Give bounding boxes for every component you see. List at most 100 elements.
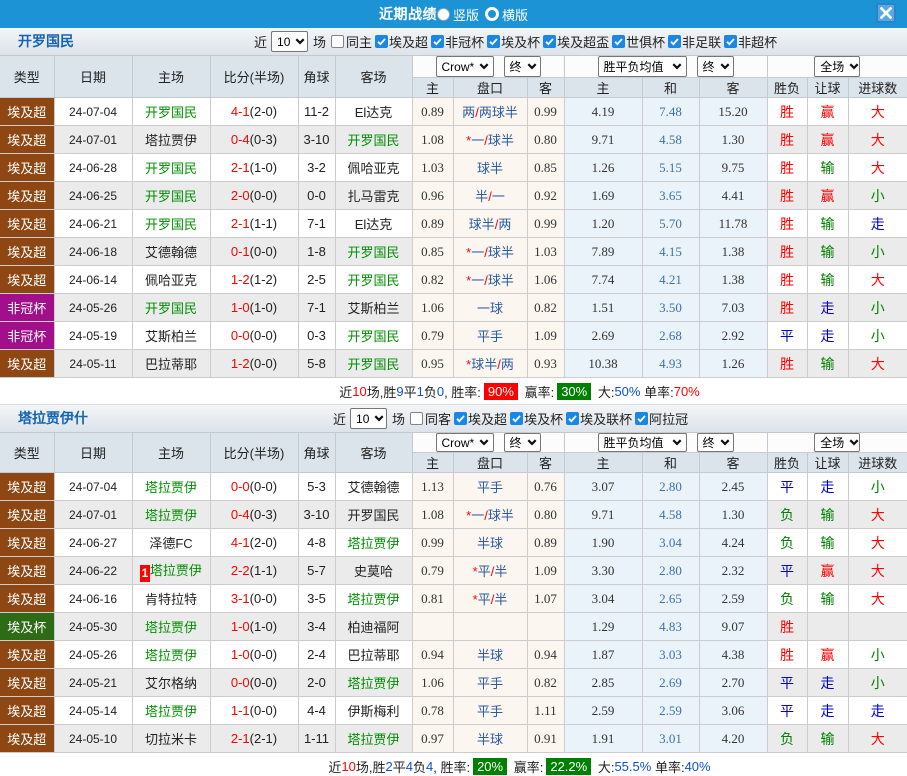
handicap-home-odds: 1.06 bbox=[412, 294, 453, 322]
summary-segment: 近 bbox=[328, 757, 341, 776]
lose-odds: 7.03 bbox=[699, 294, 767, 322]
same-venue-label[interactable]: 同主 bbox=[346, 32, 372, 51]
bookmaker-select[interactable]: Crow* bbox=[436, 56, 494, 77]
radio-horizontal-layout[interactable] bbox=[485, 7, 499, 21]
final-odds-select[interactable]: 终 bbox=[504, 56, 541, 77]
league-checkbox[interactable] bbox=[724, 35, 737, 48]
handicap-line: 半球 bbox=[453, 529, 527, 557]
away-team: 佩哈亚克 bbox=[335, 154, 412, 182]
league-label[interactable]: 非冠杯 bbox=[445, 32, 484, 51]
win-odds: 2.69 bbox=[564, 322, 642, 350]
draw-odds: 2.69 bbox=[642, 669, 699, 697]
handicap-away-odds: 0.82 bbox=[527, 294, 564, 322]
league-type-badge: 埃及超 bbox=[0, 154, 54, 182]
score-halftime: (1-1) bbox=[250, 563, 277, 578]
away-team: 开罗国民 bbox=[335, 266, 412, 294]
home-team: 塔拉贾伊 bbox=[132, 697, 210, 725]
league-type-badge: 埃及超 bbox=[0, 557, 54, 585]
home-team: 艾德翰德 bbox=[132, 238, 210, 266]
handicap-away-odds: 0.80 bbox=[527, 501, 564, 529]
rate-badge: 22.2% bbox=[546, 758, 591, 775]
handicap-line: *球半/两 bbox=[453, 350, 527, 378]
final-score: 4-1(2-0) bbox=[210, 529, 298, 557]
league-checkbox[interactable] bbox=[668, 35, 681, 48]
league-label[interactable]: 埃及超盃 bbox=[557, 32, 609, 51]
league-checkbox[interactable] bbox=[454, 412, 467, 425]
radio-horizontal-label[interactable]: 横版 bbox=[502, 5, 528, 24]
summary-segment: 10 bbox=[341, 759, 355, 774]
away-team: 巴拉蒂耶 bbox=[335, 641, 412, 669]
result-handicap: 输 bbox=[807, 154, 848, 182]
league-checkbox[interactable] bbox=[431, 35, 444, 48]
chevron-down-icon bbox=[849, 439, 859, 446]
filter-bar: 近 10 场 同主 埃及超非冠杯埃及杯埃及超盃世俱杯非足联非超杯 bbox=[254, 28, 777, 55]
result-over-under: 走 bbox=[848, 697, 907, 725]
league-checkbox[interactable] bbox=[635, 412, 648, 425]
league-checkbox[interactable] bbox=[510, 412, 523, 425]
same-venue-checkbox[interactable] bbox=[331, 35, 344, 48]
match-row: 埃及超24-06-18艾德翰德0-1(0-0)1-8开罗国民0.85*一/球半1… bbox=[0, 238, 907, 266]
summary-segment: 负 bbox=[424, 382, 437, 401]
same-venue-label[interactable]: 同客 bbox=[425, 409, 451, 428]
final-odds-select[interactable]: 终 bbox=[504, 433, 541, 452]
corner-count: 3-5 bbox=[298, 585, 335, 613]
league-label[interactable]: 世俱杯 bbox=[626, 32, 665, 51]
team-name-text: 塔拉贾伊 bbox=[145, 133, 197, 148]
league-label[interactable]: 阿拉冠 bbox=[649, 409, 688, 428]
radio-vertical-layout[interactable] bbox=[437, 8, 450, 21]
match-date: 24-07-04 bbox=[54, 473, 132, 501]
corner-count: 2-4 bbox=[298, 641, 335, 669]
sub-col-header: 和 bbox=[642, 78, 699, 98]
summary-segment: , 胜率: bbox=[444, 382, 481, 401]
handicap-away-odds: 0.92 bbox=[527, 182, 564, 210]
league-checkbox[interactable] bbox=[375, 35, 388, 48]
team-name-text: El达克 bbox=[355, 105, 393, 120]
bookmaker-select[interactable]: Crow* bbox=[436, 433, 494, 452]
summary-segment: 50% bbox=[614, 384, 640, 399]
scope-select[interactable]: 全场 bbox=[814, 56, 860, 77]
radio-vertical-label[interactable]: 竖版 bbox=[453, 5, 479, 24]
select-group: Crow* 终 bbox=[413, 433, 564, 452]
team-name-text: 泽德FC bbox=[149, 536, 192, 551]
league-checkbox[interactable] bbox=[487, 35, 500, 48]
league-checkbox[interactable] bbox=[612, 35, 625, 48]
league-label[interactable]: 埃及杯 bbox=[501, 32, 540, 51]
final-odds-select2[interactable]: 终 bbox=[697, 433, 734, 452]
win-odds: 10.38 bbox=[564, 350, 642, 378]
select-group: 胜平负均值 终 bbox=[565, 56, 767, 77]
league-checkbox[interactable] bbox=[543, 35, 556, 48]
score-fulltime: 2-1 bbox=[231, 216, 250, 231]
league-checkbox[interactable] bbox=[566, 412, 579, 425]
match-count-select[interactable]: 10 bbox=[350, 408, 387, 429]
result-win-draw-lose: 平 bbox=[767, 697, 807, 725]
match-date: 24-05-10 bbox=[54, 725, 132, 753]
score-halftime: (1-0) bbox=[250, 619, 277, 634]
chevron-down-icon bbox=[720, 439, 730, 446]
league-label[interactable]: 埃及超 bbox=[468, 409, 507, 428]
scope-select[interactable]: 全场 bbox=[814, 433, 860, 452]
odds-type-select[interactable]: 胜平负均值 bbox=[598, 433, 687, 452]
close-button[interactable] bbox=[876, 3, 896, 23]
league-label[interactable]: 埃及杯 bbox=[524, 409, 563, 428]
same-venue-checkbox[interactable] bbox=[410, 412, 423, 425]
match-row: 埃及超24-07-01塔拉贾伊0-4(0-3)3-10开罗国民1.08*一/球半… bbox=[0, 126, 907, 154]
lose-odds: 15.20 bbox=[699, 98, 767, 126]
league-label[interactable]: 埃及联杯 bbox=[580, 409, 632, 428]
table-header-row: 类型 日期 主场 比分(半场) 角球 客场 Crow* 终 胜平负均值 终 bbox=[0, 433, 907, 453]
result-over-under: 小 bbox=[848, 669, 907, 697]
odds-type-select[interactable]: 胜平负均值 bbox=[598, 56, 687, 77]
away-team: 塔拉贾伊 bbox=[335, 585, 412, 613]
league-label[interactable]: 非超杯 bbox=[738, 32, 777, 51]
final-odds-select2[interactable]: 终 bbox=[697, 56, 734, 77]
league-label[interactable]: 埃及超 bbox=[389, 32, 428, 51]
result-handicap: 输 bbox=[807, 585, 848, 613]
team-name-text: 伊斯梅利 bbox=[347, 704, 399, 719]
result-over-under: 走 bbox=[848, 210, 907, 238]
league-label[interactable]: 非足联 bbox=[682, 32, 721, 51]
win-odds: 7.89 bbox=[564, 238, 642, 266]
result-win-draw-lose: 平 bbox=[767, 669, 807, 697]
match-count-select[interactable]: 10 bbox=[271, 31, 308, 52]
score-halftime: (1-2) bbox=[250, 272, 277, 287]
near-label: 近 bbox=[254, 32, 267, 51]
sub-col-header: 胜负 bbox=[767, 453, 807, 473]
